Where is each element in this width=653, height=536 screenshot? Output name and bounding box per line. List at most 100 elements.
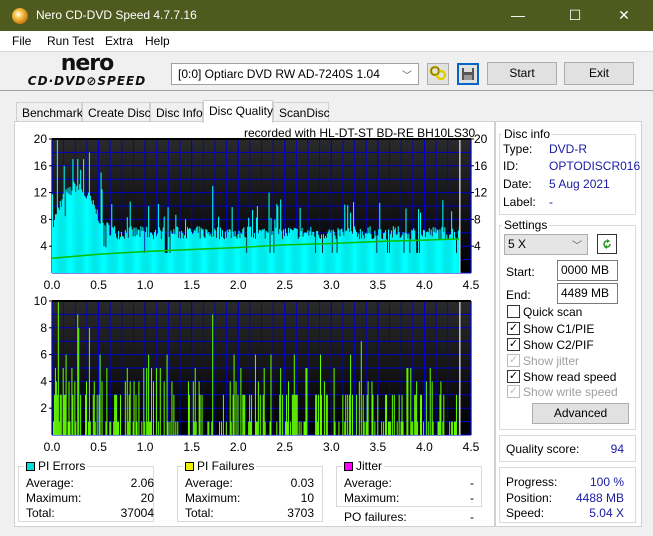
show-write-speed-label: Show write speed bbox=[523, 385, 618, 399]
pi-errors-total-value: 37004 bbox=[120, 506, 154, 520]
tab-scandisc[interactable]: ScanDisc bbox=[273, 102, 330, 122]
minimize-button[interactable]: — bbox=[495, 0, 541, 31]
refresh-speed-button[interactable] bbox=[597, 234, 617, 254]
data-bar bbox=[263, 368, 265, 435]
exit-button[interactable]: Exit bbox=[564, 62, 634, 85]
start-button[interactable]: Start bbox=[487, 62, 557, 85]
show-c1-pie-checkbox[interactable]: ✓ bbox=[507, 322, 520, 335]
x-tick-label: 4.5 bbox=[463, 278, 480, 292]
data-bar bbox=[188, 394, 190, 435]
data-bar bbox=[95, 213, 97, 273]
data-bar bbox=[414, 230, 416, 273]
data-bar bbox=[333, 368, 335, 435]
start-mb-input[interactable]: 0000 MB bbox=[557, 260, 618, 281]
data-bar bbox=[150, 232, 152, 273]
data-bar bbox=[367, 227, 369, 273]
show-c1-pie-label[interactable]: Show C1/PIE bbox=[523, 322, 594, 336]
data-bar bbox=[166, 252, 168, 273]
menu-extra[interactable]: Extra bbox=[105, 34, 133, 48]
data-bar bbox=[56, 394, 58, 435]
start-label: Start: bbox=[506, 265, 535, 279]
data-bar bbox=[454, 231, 456, 273]
data-bar bbox=[205, 228, 207, 273]
data-bar bbox=[420, 394, 422, 435]
data-bar bbox=[173, 394, 175, 435]
data-bar bbox=[152, 381, 154, 435]
show-c2-pif-checkbox[interactable]: ✓ bbox=[507, 338, 520, 351]
data-bar bbox=[252, 209, 254, 273]
data-bar bbox=[280, 199, 282, 273]
data-bar bbox=[347, 394, 349, 435]
data-bar bbox=[75, 421, 77, 435]
speed-value: 5.04 X bbox=[589, 506, 624, 520]
data-bar bbox=[168, 236, 170, 273]
pi-errors-max-value: 20 bbox=[140, 491, 154, 505]
menu-file[interactable]: File bbox=[12, 34, 31, 48]
data-bar bbox=[113, 421, 115, 435]
speed-select[interactable]: 5 X ﹀ bbox=[504, 234, 588, 255]
drive-select[interactable]: [0:0] Optiarc DVD RW AD-7240S 1.04 ﹀ bbox=[171, 63, 419, 85]
maximize-button[interactable]: ☐ bbox=[552, 0, 598, 31]
save-button[interactable] bbox=[457, 63, 479, 85]
tab-disc-info[interactable]: Disc Info bbox=[150, 102, 203, 122]
show-c2-pif-label[interactable]: Show C2/PIF bbox=[523, 338, 594, 352]
data-bar bbox=[445, 238, 447, 273]
x-tick-label: 3.0 bbox=[323, 440, 340, 454]
data-bar bbox=[67, 187, 69, 273]
data-bar bbox=[149, 237, 151, 273]
data-bar bbox=[299, 207, 301, 273]
data-bar bbox=[248, 421, 250, 435]
data-bar bbox=[265, 230, 267, 273]
data-bar bbox=[360, 341, 362, 435]
advanced-button[interactable]: Advanced bbox=[532, 403, 629, 424]
data-bar bbox=[244, 236, 246, 273]
data-bar bbox=[170, 230, 172, 273]
data-bar bbox=[258, 229, 260, 273]
data-bar bbox=[105, 421, 107, 435]
show-read-speed-label[interactable]: Show read speed bbox=[523, 370, 616, 384]
data-bar bbox=[85, 381, 87, 435]
data-bar bbox=[393, 394, 395, 435]
data-bar bbox=[406, 233, 408, 273]
data-bar bbox=[70, 195, 72, 273]
data-bar bbox=[324, 235, 326, 273]
data-bar bbox=[229, 229, 231, 273]
progress-label: Progress: bbox=[506, 475, 558, 489]
data-bar bbox=[251, 236, 253, 273]
disc-type-value: DVD-R bbox=[549, 142, 587, 156]
x-tick-label: 3.5 bbox=[370, 440, 387, 454]
end-mb-input[interactable]: 4489 MB bbox=[557, 283, 618, 304]
data-bar bbox=[278, 234, 280, 273]
data-bar bbox=[389, 421, 391, 435]
tab-benchmark[interactable]: Benchmark bbox=[16, 102, 83, 122]
menu-run-test[interactable]: Run Test bbox=[47, 34, 94, 48]
tab-create-disc[interactable]: Create Disc bbox=[82, 102, 151, 122]
data-bar bbox=[66, 192, 68, 273]
data-bar bbox=[101, 381, 103, 435]
show-read-speed-checkbox[interactable]: ✓ bbox=[507, 370, 520, 383]
data-bar bbox=[303, 233, 305, 273]
tab-disc-quality[interactable]: Disc Quality bbox=[203, 100, 273, 123]
data-bar bbox=[296, 228, 298, 273]
data-bar bbox=[179, 231, 181, 273]
data-bar bbox=[416, 252, 418, 273]
quick-scan-label[interactable]: Quick scan bbox=[523, 305, 582, 319]
data-bar bbox=[319, 237, 321, 273]
data-bar bbox=[232, 394, 234, 435]
menu-help[interactable]: Help bbox=[145, 34, 170, 48]
data-bar bbox=[455, 394, 457, 435]
data-bar bbox=[211, 236, 213, 273]
data-bar bbox=[348, 228, 350, 273]
close-button[interactable]: ✕ bbox=[601, 0, 647, 31]
quick-scan-checkbox[interactable] bbox=[507, 305, 520, 318]
data-bar bbox=[306, 232, 308, 273]
data-bar bbox=[87, 421, 89, 435]
data-bar bbox=[166, 354, 168, 435]
data-bar bbox=[73, 181, 75, 273]
data-bar bbox=[55, 381, 57, 435]
drive-settings-button[interactable] bbox=[427, 63, 449, 85]
data-bar bbox=[251, 394, 253, 435]
data-bar bbox=[109, 421, 111, 435]
data-bar bbox=[157, 203, 159, 273]
data-bar bbox=[292, 394, 294, 435]
